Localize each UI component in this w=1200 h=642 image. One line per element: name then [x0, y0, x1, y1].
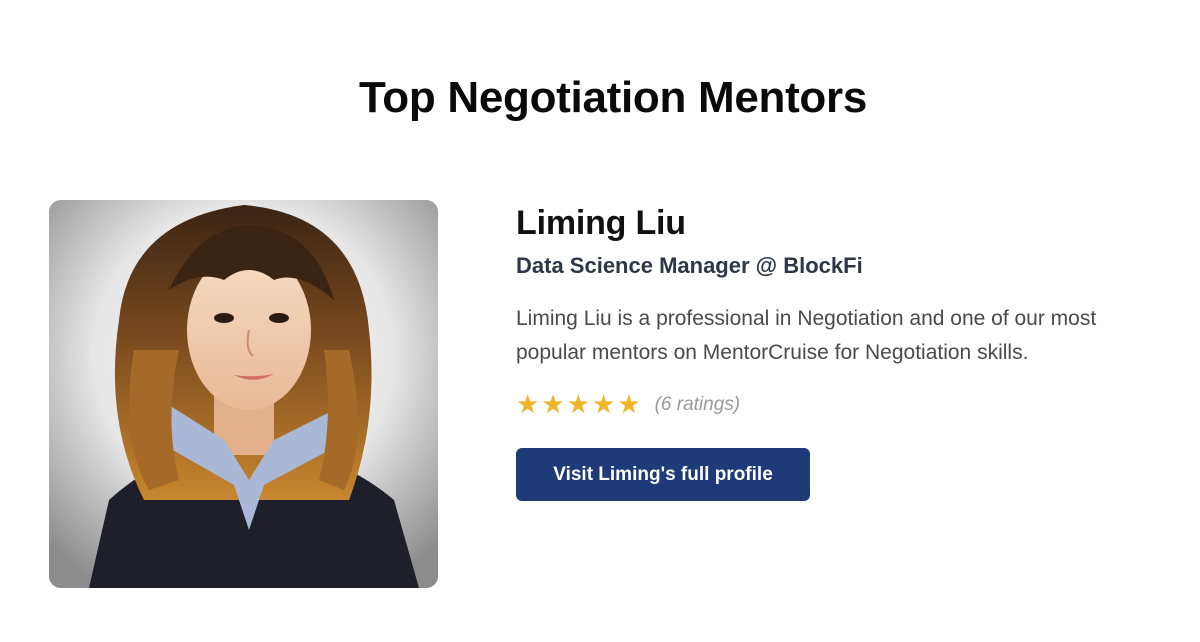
star-icon: ★ [566, 390, 590, 420]
mentor-bio: Liming Liu is a professional in Negotiat… [516, 307, 1097, 364]
mentor-name: Liming Liu [516, 204, 686, 242]
star-icon: ★ [617, 390, 641, 420]
mentor-portrait-icon [49, 200, 438, 588]
ratings-count: (6 ratings) [654, 394, 741, 415]
visit-profile-button[interactable]: Visit Liming's full profile [516, 448, 810, 501]
mentor-details: Liming Liu Data Science Manager @ BlockF… [516, 200, 1176, 501]
star-icon: ★ [516, 390, 540, 420]
star-icon: ★ [591, 390, 616, 420]
mentor-role: Data Science Manager @ BlockFi [516, 253, 863, 278]
page-title: Top Negotiation Mentors [358, 73, 868, 122]
mentor-photo [49, 200, 438, 588]
star-icon: ★ [541, 390, 565, 420]
star-rating: ★ ★ ★ ★ ★ [516, 390, 641, 420]
rating-row: ★ ★ ★ ★ ★ (6 ratings) [516, 390, 1176, 420]
